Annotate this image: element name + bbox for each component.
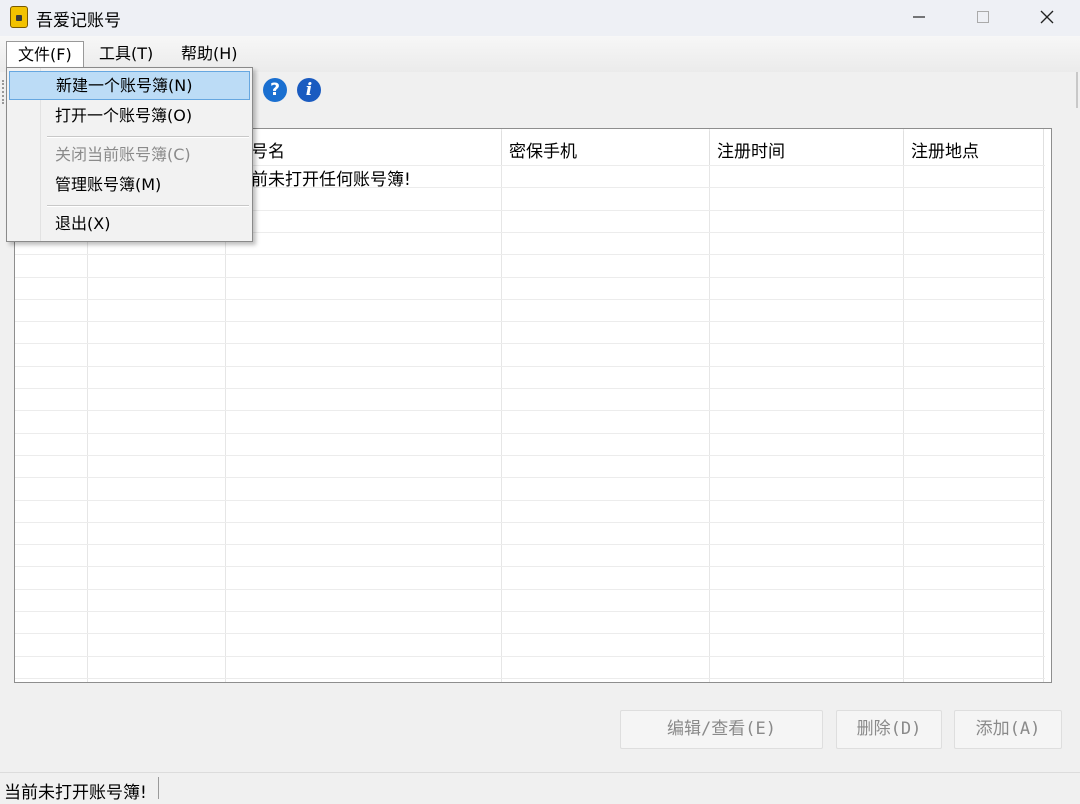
- table-row-line: [15, 655, 1045, 657]
- table-row-line: [15, 521, 1045, 523]
- header-separator: [501, 131, 502, 165]
- maximize-button[interactable]: [952, 0, 1014, 34]
- table-row-line: [15, 388, 1045, 389]
- column-header-phone[interactable]: 密保手机: [509, 137, 577, 162]
- menu-help[interactable]: 帮助(H): [170, 41, 249, 69]
- table-row-line: [15, 365, 1045, 367]
- close-button[interactable]: [1016, 0, 1078, 34]
- table-row-line: [15, 566, 1045, 568]
- header-separator: [903, 131, 904, 165]
- menu-separator: [47, 205, 249, 207]
- info-icon[interactable]: i: [297, 78, 321, 102]
- column-header-reg-place[interactable]: 注册地点: [911, 137, 979, 162]
- table-row-line: [15, 254, 1045, 256]
- status-separator: [158, 777, 159, 799]
- menu-file[interactable]: 文件(F): [6, 41, 84, 69]
- table-row-line: [15, 544, 1045, 546]
- close-icon: [1040, 10, 1054, 24]
- status-bar: 当前未打开账号簿!: [0, 772, 1080, 804]
- column-divider: [709, 129, 710, 682]
- header-separator: [709, 131, 710, 165]
- menu-tools[interactable]: 工具(T): [88, 41, 164, 69]
- table-row-line: [15, 321, 1045, 323]
- menu-item-exit[interactable]: 退出(X): [9, 210, 250, 239]
- table-row-line: [15, 588, 1045, 590]
- table-row-line: [15, 677, 1045, 679]
- minimize-button[interactable]: [888, 0, 950, 34]
- maximize-icon: [977, 11, 989, 23]
- menu-separator: [47, 136, 249, 138]
- help-icon[interactable]: ?: [263, 78, 287, 102]
- window-edge: [1076, 72, 1078, 108]
- menu-item-open-book[interactable]: 打开一个账号簿(O): [9, 102, 250, 131]
- title-bar: 吾爱记账号: [0, 0, 1080, 36]
- table-row-line: [15, 276, 1045, 278]
- menu-item-close-book: 关闭当前账号簿(C): [55, 145, 191, 164]
- empty-table-message: 前未打开任何账号簿!: [251, 170, 411, 190]
- menu-item-new-book[interactable]: 新建一个账号簿(N): [9, 71, 250, 100]
- column-header-reg-time[interactable]: 注册时间: [717, 137, 785, 162]
- table-row-line: [15, 410, 1045, 412]
- window-title: 吾爱记账号: [36, 11, 121, 31]
- column-header-name[interactable]: 号名: [251, 137, 285, 162]
- toolbar-grip[interactable]: [2, 80, 5, 104]
- table-row-line: [15, 477, 1045, 479]
- table-row-line: [15, 611, 1045, 612]
- table-row-line: [15, 298, 1045, 300]
- edit-view-button[interactable]: 编辑/查看(E): [620, 710, 823, 749]
- status-text: 当前未打开账号簿!: [4, 783, 147, 803]
- menu-item-manage-books[interactable]: 管理账号簿(M): [9, 171, 250, 200]
- column-divider: [501, 129, 502, 682]
- table-row-line: [15, 633, 1045, 635]
- file-dropdown-menu: 新建一个账号簿(N) 打开一个账号簿(O) 关闭当前账号簿(C) 管理账号簿(M…: [6, 67, 253, 242]
- add-button[interactable]: 添加(A): [954, 710, 1062, 749]
- app-lock-icon: [10, 6, 28, 28]
- column-divider: [903, 129, 904, 682]
- minimize-icon: [913, 16, 925, 18]
- table-row-line: [15, 432, 1045, 434]
- table-row-line: [15, 454, 1045, 456]
- column-divider: [1043, 129, 1044, 682]
- table-row-line: [15, 499, 1045, 501]
- table-row-line: [15, 343, 1045, 345]
- delete-button[interactable]: 删除(D): [836, 710, 942, 749]
